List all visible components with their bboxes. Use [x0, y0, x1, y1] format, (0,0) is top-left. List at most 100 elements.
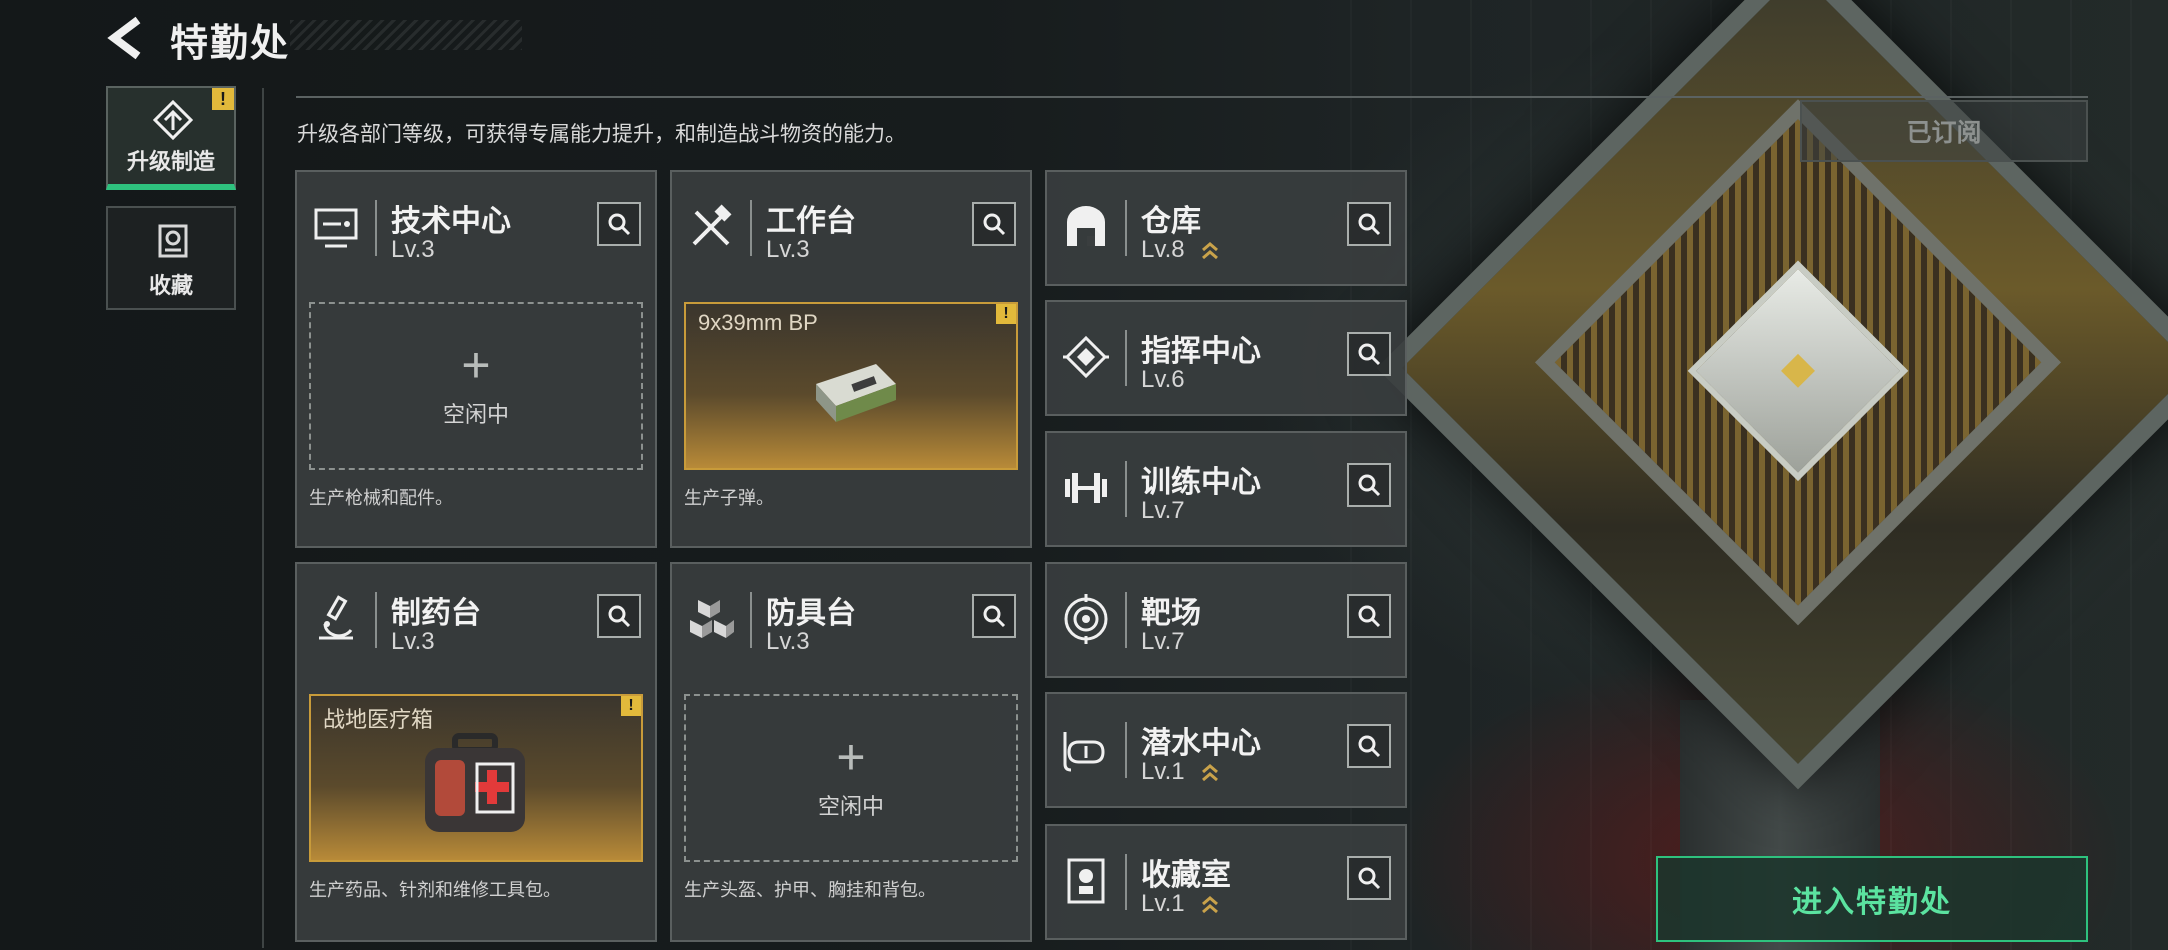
cube-inner-frame: [1534, 99, 2062, 626]
header-separator: [1125, 200, 1127, 256]
search-icon: [983, 605, 1006, 628]
facility-header: 靶场 Lv.7: [1047, 564, 1405, 676]
facility-card-shooting-range[interactable]: 靶场 Lv.7: [1045, 562, 1407, 678]
production-slot-active[interactable]: 9x39mm BP !: [684, 302, 1018, 470]
facility-card-training-center[interactable]: 训练中心 Lv.7: [1045, 431, 1407, 547]
medkit-icon: [425, 733, 525, 832]
inspect-button[interactable]: [1347, 332, 1391, 376]
workshop-description: 生产枪械和配件。: [309, 488, 453, 508]
facility-card-collection-room[interactable]: 收藏室 Lv.1: [1045, 824, 1407, 940]
tab-collection[interactable]: 收藏: [106, 206, 236, 310]
inspect-button[interactable]: [597, 594, 641, 638]
header-divider: [296, 96, 2088, 98]
search-icon: [608, 605, 631, 628]
search-icon: [1358, 735, 1381, 758]
armor-blocks-icon: [690, 600, 734, 638]
facility-header: 训练中心 Lv.7: [1047, 433, 1405, 545]
inspect-button[interactable]: [1347, 202, 1391, 246]
dumbbell-icon: [1065, 473, 1107, 503]
inspect-button[interactable]: [1347, 856, 1391, 900]
alert-badge: !: [212, 88, 234, 110]
enter-special-ops-button[interactable]: 进入特勤处: [1656, 856, 2088, 942]
workshop-card-workbench[interactable]: 工作台 Lv.3 9x39mm BP ! 生产子弹。: [670, 170, 1032, 548]
microscope-icon: [319, 595, 353, 640]
facility-card-command-center[interactable]: 指挥中心 Lv.6: [1045, 300, 1407, 416]
inspect-button[interactable]: [1347, 463, 1391, 507]
sidebar-divider: [262, 88, 264, 948]
facility-card-diving-center[interactable]: 潜水中心 Lv.1: [1045, 692, 1407, 808]
facility-header: 仓库 Lv.8: [1047, 172, 1405, 284]
alert-badge: !: [621, 696, 641, 716]
inspect-button[interactable]: [972, 202, 1016, 246]
ammo-box-icon: [816, 364, 896, 422]
workshop-level: Lv.3: [391, 236, 435, 263]
search-icon: [1358, 343, 1381, 366]
cube-core: [1687, 260, 1909, 482]
search-icon: [1358, 605, 1381, 628]
tech-center-icon: [314, 208, 358, 248]
workshop-header: 技术中心 Lv.3: [297, 172, 655, 284]
slot-status: 空闲中: [442, 402, 509, 427]
facility-header: 指挥中心 Lv.6: [1047, 302, 1405, 414]
facility-header: 收藏室 Lv.1: [1047, 826, 1405, 938]
header-separator: [375, 592, 377, 648]
item-name: 9x39mm BP: [698, 310, 818, 335]
search-icon: [608, 213, 631, 236]
upgrade-available-icon: [1202, 896, 1218, 914]
upgrade-available-icon: [1202, 764, 1218, 782]
workshop-level: Lv.3: [766, 628, 810, 655]
facility-level: Lv.1: [1141, 758, 1185, 785]
production-slot-idle[interactable]: + 空闲中: [309, 302, 643, 470]
collection-icon: [158, 224, 188, 258]
plus-icon: +: [461, 337, 491, 393]
workshop-description: 生产子弹。: [684, 488, 774, 508]
workshop-header: 制药台 Lv.3: [297, 564, 655, 676]
page-title: 特勤处: [170, 23, 291, 65]
header-separator: [1125, 461, 1127, 517]
facility-name: 训练中心: [1141, 466, 1261, 499]
tab-upgrade-craft[interactable]: ! 升级制造: [106, 86, 236, 190]
subscribed-button[interactable]: 已订阅: [1800, 100, 2088, 162]
production-slot-idle[interactable]: + 空闲中: [684, 694, 1018, 862]
facility-name: 收藏室: [1141, 859, 1231, 892]
search-icon: [1358, 213, 1381, 236]
header-separator: [1125, 854, 1127, 910]
facility-level: Lv.7: [1141, 497, 1185, 524]
inspect-button[interactable]: [1347, 594, 1391, 638]
facility-level: Lv.6: [1141, 366, 1185, 393]
workshop-card-armor[interactable]: 防具台 Lv.3 + 空闲中 生产头盔、护甲、胸挂和背包。: [670, 562, 1032, 942]
upgrade-arrows-icon: [153, 100, 193, 140]
facility-header: 潜水中心 Lv.1: [1047, 694, 1405, 806]
facility-card-warehouse[interactable]: 仓库 Lv.8: [1045, 170, 1407, 286]
tools-icon: [692, 204, 732, 246]
workshop-card-tech-center[interactable]: 技术中心 Lv.3 + 空闲中 生产枪械和配件。: [295, 170, 657, 548]
header-separator: [750, 592, 752, 648]
warehouse-icon: [1067, 206, 1105, 246]
facility-level: Lv.7: [1141, 628, 1185, 655]
inspect-button[interactable]: [972, 594, 1016, 638]
facility-name: 靶场: [1141, 597, 1201, 630]
workshop-level: Lv.3: [391, 628, 435, 655]
command-chip-icon: [1063, 335, 1109, 379]
search-icon: [983, 213, 1006, 236]
facility-level: Lv.8: [1141, 236, 1185, 263]
header-separator: [375, 200, 377, 256]
tab-collection-label: 收藏: [148, 273, 193, 298]
workshop-name: 制药台: [391, 597, 481, 630]
target-icon: [1064, 594, 1108, 644]
diving-mask-icon: [1063, 732, 1105, 772]
back-arrow-icon[interactable]: [104, 16, 148, 60]
inspect-button[interactable]: [1347, 724, 1391, 768]
tab-upgrade-craft-label: 升级制造: [126, 149, 215, 174]
plus-icon: +: [836, 729, 866, 785]
inspect-button[interactable]: [597, 202, 641, 246]
facility-name: 仓库: [1141, 205, 1201, 238]
search-icon: [1358, 867, 1381, 890]
header-separator: [750, 200, 752, 256]
workshop-header: 防具台 Lv.3: [672, 564, 1030, 676]
production-slot-active[interactable]: 战地医疗箱 !: [309, 694, 643, 862]
workshop-card-pharmacy[interactable]: 制药台 Lv.3 战地医疗箱 ! 生产药品、针剂和维修工具包。: [295, 562, 657, 942]
intro-text: 升级各部门等级，可获得专属能力提升，和制造战斗物资的能力。: [297, 123, 906, 146]
facility-name: 潜水中心: [1141, 727, 1261, 760]
search-icon: [1358, 474, 1381, 497]
